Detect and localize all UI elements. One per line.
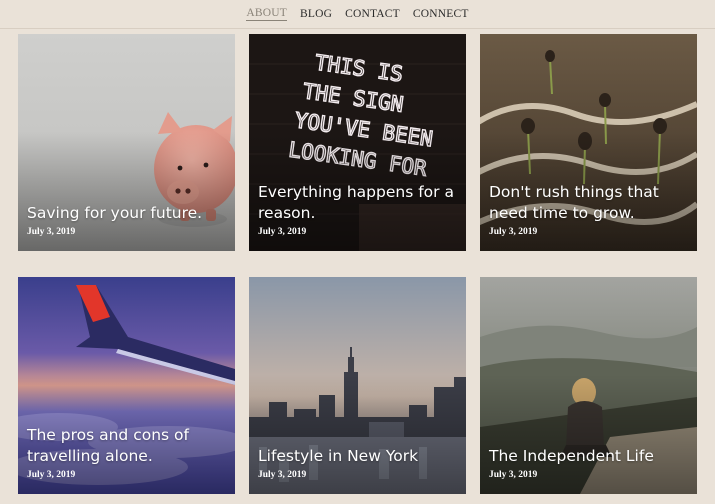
post-card-new-york[interactable]: Lifestyle in New York July 3, 2019 <box>249 277 466 494</box>
post-title[interactable]: Everything happens for a reason. <box>258 182 457 224</box>
post-card-everything-happens[interactable]: THIS IS THE SIGN YOU'VE BEEN LOOKING FOR… <box>249 34 466 251</box>
nav-link-blog[interactable]: BLOG <box>300 8 332 21</box>
post-date: July 3, 2019 <box>258 227 307 237</box>
top-nav: ABOUT BLOG CONTACT CONNECT <box>0 0 715 29</box>
post-card-saving[interactable]: Saving for your future. July 3, 2019 <box>18 34 235 251</box>
nav-link-connect[interactable]: CONNECT <box>413 8 469 21</box>
post-card-travelling-alone[interactable]: The pros and cons of travelling alone. J… <box>18 277 235 494</box>
post-title[interactable]: Saving for your future. <box>27 203 226 224</box>
post-date: July 3, 2019 <box>489 227 538 237</box>
post-date: July 3, 2019 <box>489 470 538 480</box>
post-title[interactable]: Lifestyle in New York <box>258 446 457 467</box>
post-card-dont-rush[interactable]: Don't rush things that need time to grow… <box>480 34 697 251</box>
post-title[interactable]: The pros and cons of travelling alone. <box>27 425 226 467</box>
nav-link-contact[interactable]: CONTACT <box>345 8 400 21</box>
post-title[interactable]: Don't rush things that need time to grow… <box>489 182 688 224</box>
nav-link-about[interactable]: ABOUT <box>246 7 287 21</box>
post-date: July 3, 2019 <box>27 227 76 237</box>
post-title[interactable]: The Independent Life <box>489 446 688 467</box>
post-card-independent-life[interactable]: The Independent Life July 3, 2019 <box>480 277 697 494</box>
post-date: July 3, 2019 <box>27 470 76 480</box>
post-date: July 3, 2019 <box>258 470 307 480</box>
